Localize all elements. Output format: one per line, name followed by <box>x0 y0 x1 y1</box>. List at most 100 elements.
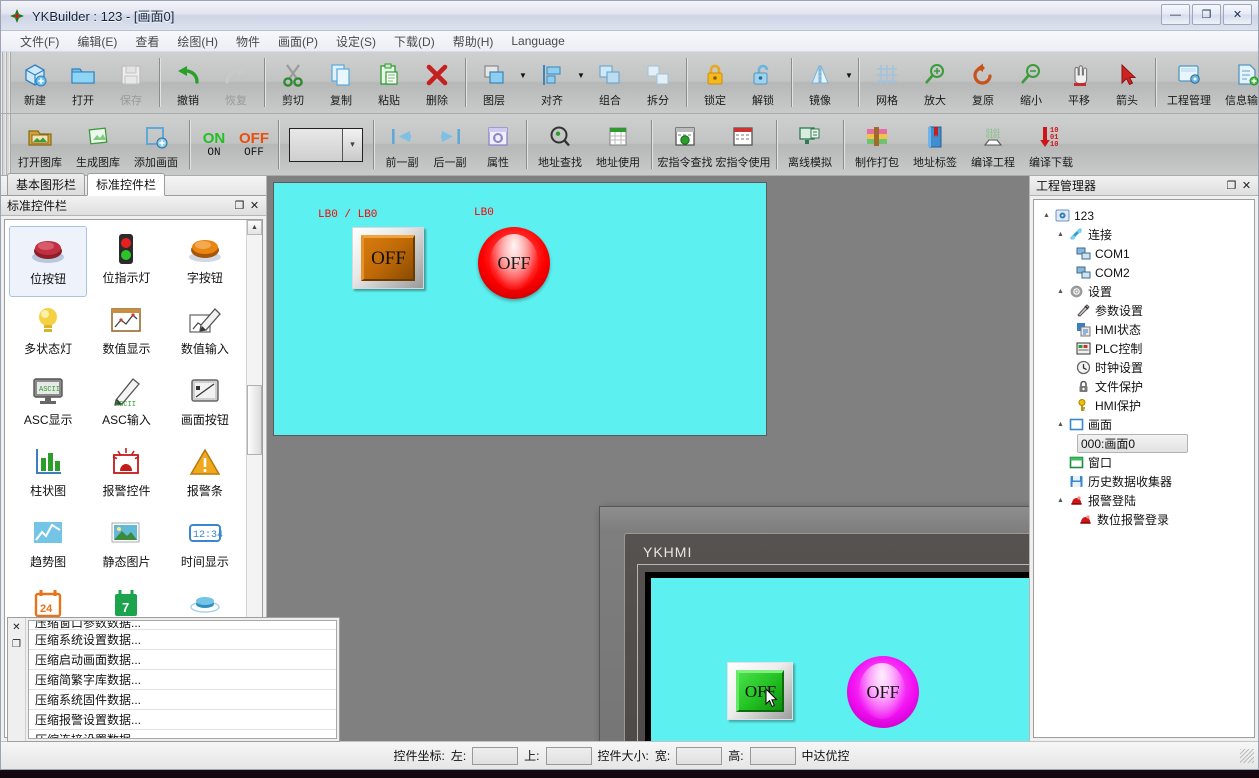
toolbar-undo-button[interactable]: 撤销 <box>164 52 212 113</box>
widget-time-display[interactable]: 12:34 时间显示 <box>166 510 244 581</box>
width-value-field[interactable] <box>676 746 723 765</box>
widget-screen-button[interactable]: 画面按钮 <box>166 368 244 439</box>
toolbar-layer-button[interactable]: 图层 <box>470 52 518 113</box>
tree-item-alarm-login[interactable]: ▲ 报警登陆 <box>1036 491 1252 510</box>
canvas-bit-lamp[interactable]: OFF <box>478 227 550 299</box>
toolbar-copy-button[interactable]: 复制 <box>317 52 365 113</box>
toolbar-compile-project-button[interactable]: 0101 0101 编译工程 <box>964 114 1022 175</box>
canvas-bit-button[interactable]: OFF <box>352 227 424 289</box>
tab-basic-shapes[interactable]: 基本图形栏 <box>7 173 86 195</box>
mirror-dropdown-caret-icon[interactable]: ▼ <box>844 52 854 113</box>
widget-multistate-lamp[interactable]: 多状态灯 <box>9 297 87 368</box>
menu-screen[interactable]: 画面(P) <box>269 31 327 52</box>
toolbar-prev-screen-button[interactable]: 前一副 <box>378 114 426 175</box>
tree-item-hmi-status[interactable]: HMI状态 <box>1036 320 1252 339</box>
toolbar-package-button[interactable]: 制作打包 <box>848 114 906 175</box>
menu-help[interactable]: 帮助(H) <box>444 31 503 52</box>
toolbar-group-button[interactable]: 组合 <box>586 52 634 113</box>
tree-item-settings[interactable]: ▲ 设置 <box>1036 282 1252 301</box>
output-log-list[interactable]: 压缩窗口参数数据... 压缩系统设置数据... 压缩启动画面数据... 压缩简繁… <box>28 620 337 739</box>
toolbar-ungroup-button[interactable]: 拆分 <box>634 52 682 113</box>
toolbar-save-button[interactable]: 保存 <box>107 52 155 113</box>
toolbar-state-off-button[interactable]: OFF OFF <box>234 114 274 175</box>
float-icon[interactable]: ❐ <box>12 639 21 650</box>
widget-bit-button[interactable]: 位按钮 <box>9 226 88 297</box>
menu-settings[interactable]: 设定(S) <box>327 31 385 52</box>
chevron-down-icon[interactable]: ▾ <box>342 128 362 161</box>
toolbar-properties-button[interactable]: 属性 <box>474 114 522 175</box>
project-tree[interactable]: ▲ 123 ▲ 连接 COM1 COM2 ▲ 设置 参数设置 HMI状态 PLC… <box>1033 199 1255 738</box>
menu-view[interactable]: 查看 <box>126 31 168 52</box>
toolbar-grid-button[interactable]: 网格 <box>863 52 911 113</box>
toolbar-redo-button[interactable]: 恢复 <box>212 52 260 113</box>
widget-bit-lamp[interactable]: 位指示灯 <box>87 226 165 297</box>
toolbar-add-screen-button[interactable]: 添加画面 <box>127 114 185 175</box>
menu-language[interactable]: Language <box>502 32 573 50</box>
toolbar-new-button[interactable]: 新建 <box>11 52 59 113</box>
tree-item-clock-settings[interactable]: 时钟设置 <box>1036 358 1252 377</box>
expander-icon[interactable]: ▲ <box>1040 212 1053 219</box>
toolbar-next-screen-button[interactable]: 后一副 <box>426 114 474 175</box>
toolbar-grip[interactable] <box>1 114 11 175</box>
toolbar-info-output-button[interactable]: 信息输出 <box>1218 52 1259 113</box>
widget-word-button[interactable]: 字按钮 <box>166 226 244 297</box>
toolbar-address-search-button[interactable]: 地址查找 <box>531 114 589 175</box>
tree-item-hmi-protection[interactable]: HMI保护 <box>1036 396 1252 415</box>
menu-object[interactable]: 物件 <box>227 31 269 52</box>
toolbar-state-on-button[interactable]: ON ON <box>194 114 234 175</box>
tree-item-screens[interactable]: ▲ 画面 <box>1036 415 1252 434</box>
close-icon[interactable]: ✕ <box>247 199 262 212</box>
minimize-button[interactable]: — <box>1161 4 1190 25</box>
resize-grip-icon[interactable] <box>1240 748 1255 763</box>
close-icon[interactable]: ✕ <box>12 622 20 633</box>
tree-item-connection[interactable]: ▲ 连接 <box>1036 225 1252 244</box>
sim-bit-button[interactable]: OFF <box>727 662 793 720</box>
toolbar-grip[interactable] <box>1 52 11 113</box>
tab-standard-widgets[interactable]: 标准控件栏 <box>87 173 166 196</box>
float-icon[interactable]: ❐ <box>1224 179 1239 192</box>
tree-item-file-protection[interactable]: 文件保护 <box>1036 377 1252 396</box>
tree-item-com1[interactable]: COM1 <box>1036 244 1252 263</box>
toolbar-compile-download-button[interactable]: 10 01 10 编译下载 <box>1022 114 1080 175</box>
design-canvas[interactable]: LB0 / LB0 OFF LB0 OFF <box>273 182 767 436</box>
widget-numeric-input[interactable]: 数值输入 <box>166 297 244 368</box>
scrollbar-thumb[interactable] <box>247 385 262 455</box>
toolbar-mirror-button[interactable]: 镜像 <box>796 52 844 113</box>
toolbar-open-button[interactable]: 打开 <box>59 52 107 113</box>
expander-icon[interactable]: ▲ <box>1054 288 1067 295</box>
toolbar-delete-button[interactable]: 删除 <box>413 52 461 113</box>
simulator-screen[interactable]: OFF OFF <box>645 572 1029 741</box>
close-icon[interactable]: ✕ <box>1239 179 1254 192</box>
top-value-field[interactable] <box>545 746 592 765</box>
menu-edit[interactable]: 编辑(E) <box>68 31 126 52</box>
toolbar-open-library-button[interactable]: 打开图库 <box>11 114 69 175</box>
toolbar-reset-button[interactable]: 复原 <box>959 52 1007 113</box>
expander-icon[interactable]: ▲ <box>1054 421 1067 428</box>
tree-item-plc-control[interactable]: PLC控制 <box>1036 339 1252 358</box>
maximize-button[interactable]: ❐ <box>1192 4 1221 25</box>
toolbar-cut-button[interactable]: 剪切 <box>269 52 317 113</box>
tree-item-com2[interactable]: COM2 <box>1036 263 1252 282</box>
tree-item-screen-000[interactable]: 000:画面0 <box>1036 434 1252 453</box>
widget-alarm-bar[interactable]: 报警条 <box>166 439 244 510</box>
toolbar-macro-search-button[interactable]: 宏指令查找 <box>656 114 714 175</box>
tree-item-digital-alarm-login[interactable]: 数位报警登录 <box>1036 510 1252 529</box>
tree-item-windows[interactable]: 窗口 <box>1036 453 1252 472</box>
toolbar-offline-sim-button[interactable]: 离线模拟 <box>781 114 839 175</box>
menu-draw[interactable]: 绘图(H) <box>168 31 227 52</box>
widget-alarm-widget[interactable]: 报警控件 <box>87 439 165 510</box>
left-value-field[interactable] <box>472 746 519 765</box>
widget-numeric-display[interactable]: 数值显示 <box>87 297 165 368</box>
toolbar-align-button[interactable]: 对齐 <box>528 52 576 113</box>
scroll-up-icon[interactable]: ▲ <box>247 220 262 235</box>
toolbar-pan-button[interactable]: 平移 <box>1055 52 1103 113</box>
align-dropdown-caret-icon[interactable]: ▼ <box>576 52 586 113</box>
toolbar-zoom-out-button[interactable]: 缩小 <box>1007 52 1055 113</box>
layer-dropdown-caret-icon[interactable]: ▼ <box>518 52 528 113</box>
toolbar-paste-button[interactable]: 粘贴 <box>365 52 413 113</box>
toolbar-address-usage-button[interactable]: 地址使用 <box>589 114 647 175</box>
height-value-field[interactable] <box>749 746 796 765</box>
toolbar-build-library-button[interactable]: 生成图库 <box>69 114 127 175</box>
menu-file[interactable]: 文件(F) <box>11 31 68 52</box>
widget-ascii-input[interactable]: ASCII ASC输入 <box>87 368 165 439</box>
